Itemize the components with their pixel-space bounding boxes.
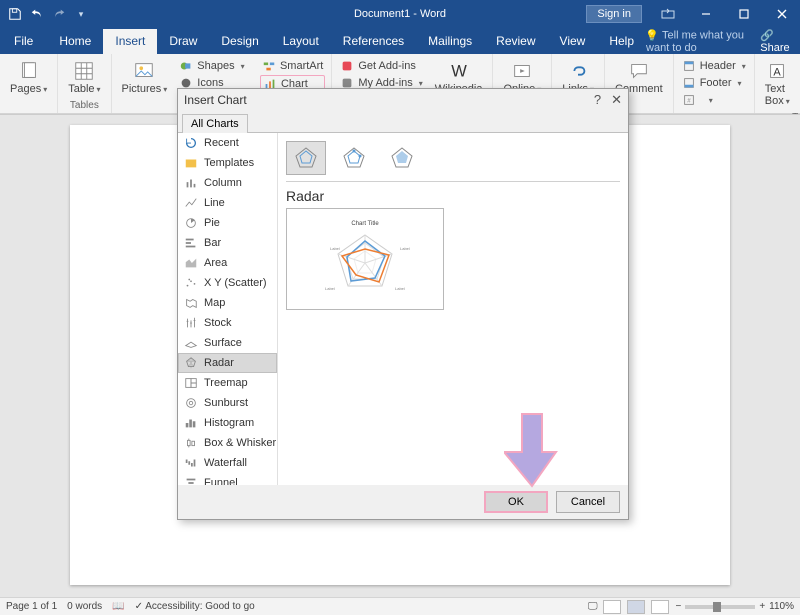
minimize-button[interactable] — [688, 0, 724, 28]
view-print-button[interactable] — [627, 600, 645, 614]
svg-text:#: # — [687, 98, 691, 105]
dialog-close-icon[interactable]: ✕ — [611, 92, 622, 108]
radar-subtype-basic[interactable] — [286, 141, 326, 175]
radar-subtype-filled[interactable] — [382, 141, 422, 175]
smartart-button[interactable]: SmartArt — [260, 58, 325, 74]
cat-column[interactable]: Column — [178, 173, 277, 193]
tab-help[interactable]: Help — [597, 29, 646, 54]
cat-waterfall[interactable]: Waterfall — [178, 453, 277, 473]
cat-line[interactable]: Line — [178, 193, 277, 213]
tab-home[interactable]: Home — [47, 29, 103, 54]
cat-area[interactable]: Area — [178, 253, 277, 273]
tab-layout[interactable]: Layout — [271, 29, 331, 54]
status-bar: Page 1 of 1 0 words 📖 ✓ Accessibility: G… — [0, 597, 800, 615]
cat-sunburst[interactable]: Sunburst — [178, 393, 277, 413]
dialog-tab-all-charts[interactable]: All Charts — [182, 114, 248, 133]
tab-insert[interactable]: Insert — [103, 29, 157, 54]
page-number-button[interactable]: # — [680, 92, 748, 108]
cat-box-whisker[interactable]: Box & Whisker — [178, 433, 277, 453]
cat-bar[interactable]: Bar — [178, 233, 277, 253]
table-button[interactable]: Table — [64, 58, 104, 97]
cat-radar[interactable]: Radar — [178, 353, 277, 373]
cat-histogram[interactable]: Histogram — [178, 413, 277, 433]
zoom-slider[interactable] — [685, 605, 755, 609]
pictures-button[interactable]: Pictures — [118, 58, 172, 97]
svg-text:Chart Title: Chart Title — [351, 221, 379, 227]
cancel-button[interactable]: Cancel — [556, 491, 620, 513]
close-button[interactable] — [764, 0, 800, 28]
cat-surface[interactable]: Surface — [178, 333, 277, 353]
status-page[interactable]: Page 1 of 1 — [6, 601, 57, 612]
zoom-level[interactable]: 110% — [769, 601, 794, 612]
bulb-icon: 💡 — [646, 29, 658, 41]
footer-button[interactable]: Footer — [680, 75, 748, 91]
save-icon[interactable] — [8, 7, 22, 21]
ribbon-tabs: File Home Insert Draw Design Layout Refe… — [0, 28, 800, 54]
ok-button[interactable]: OK — [484, 491, 548, 513]
zoom-in-button[interactable]: + — [759, 601, 765, 612]
tab-view[interactable]: View — [548, 29, 598, 54]
view-read-button[interactable] — [603, 600, 621, 614]
display-settings-icon[interactable]: 🖵 — [588, 601, 598, 612]
chart-category-list: Recent Templates Column Line Pie Bar Are… — [178, 133, 278, 485]
svg-text:Label: Label — [325, 286, 335, 291]
svg-text:Label: Label — [395, 286, 405, 291]
zoom-out-button[interactable]: − — [675, 601, 681, 612]
textbox-button[interactable]: AText Box — [761, 58, 794, 109]
svg-text:Label: Label — [400, 246, 410, 251]
shapes-button[interactable]: Shapes — [177, 58, 254, 74]
cat-templates[interactable]: Templates — [178, 153, 277, 173]
tab-references[interactable]: References — [331, 29, 416, 54]
cat-scatter[interactable]: X Y (Scatter) — [178, 273, 277, 293]
tab-mailings[interactable]: Mailings — [416, 29, 484, 54]
title-bar: ▾ Document1 - Word Sign in — [0, 0, 800, 28]
tab-review[interactable]: Review — [484, 29, 547, 54]
cat-map[interactable]: Map — [178, 293, 277, 313]
undo-icon[interactable] — [30, 7, 44, 21]
svg-text:A: A — [774, 67, 782, 79]
maximize-button[interactable] — [726, 0, 762, 28]
qat-dropdown-icon[interactable]: ▾ — [74, 7, 88, 21]
tell-me[interactable]: 💡Tell me what you want to do — [646, 29, 750, 54]
header-button[interactable]: Header — [680, 58, 748, 74]
status-words[interactable]: 0 words — [67, 601, 102, 612]
dialog-help-icon[interactable]: ? — [594, 92, 601, 108]
chart-preview[interactable]: Chart Title Label Label Label Label — [286, 208, 444, 310]
tab-file[interactable]: File — [0, 29, 47, 54]
tab-draw[interactable]: Draw — [157, 29, 209, 54]
share-button[interactable]: 🔗 Share — [760, 29, 792, 54]
pages-button[interactable]: Pages — [6, 58, 51, 97]
insert-chart-dialog: Insert Chart ? ✕ All Charts Recent Templ… — [177, 88, 629, 520]
radar-subtype-markers[interactable] — [334, 141, 374, 175]
sign-in-button[interactable]: Sign in — [586, 5, 642, 23]
cat-stock[interactable]: Stock — [178, 313, 277, 333]
cat-treemap[interactable]: Treemap — [178, 373, 277, 393]
redo-icon[interactable] — [52, 7, 66, 21]
chart-type-name: Radar — [286, 188, 620, 204]
cat-pie[interactable]: Pie — [178, 213, 277, 233]
status-spellcheck-icon[interactable]: 📖 — [112, 601, 124, 612]
document-title: Document1 - Word — [354, 8, 446, 20]
svg-text:Label: Label — [330, 246, 340, 251]
ribbon-options-icon[interactable] — [650, 0, 686, 28]
cat-recent[interactable]: Recent — [178, 133, 277, 153]
tab-design[interactable]: Design — [209, 29, 270, 54]
status-accessibility[interactable]: ✓ Accessibility: Good to go — [135, 601, 255, 612]
view-web-button[interactable] — [651, 600, 669, 614]
get-addins-button[interactable]: Get Add-ins — [338, 58, 424, 74]
group-label-tables: Tables — [64, 100, 104, 113]
dialog-title: Insert Chart — [184, 93, 247, 107]
svg-text:W: W — [451, 63, 467, 81]
cat-funnel[interactable]: Funnel — [178, 473, 277, 485]
